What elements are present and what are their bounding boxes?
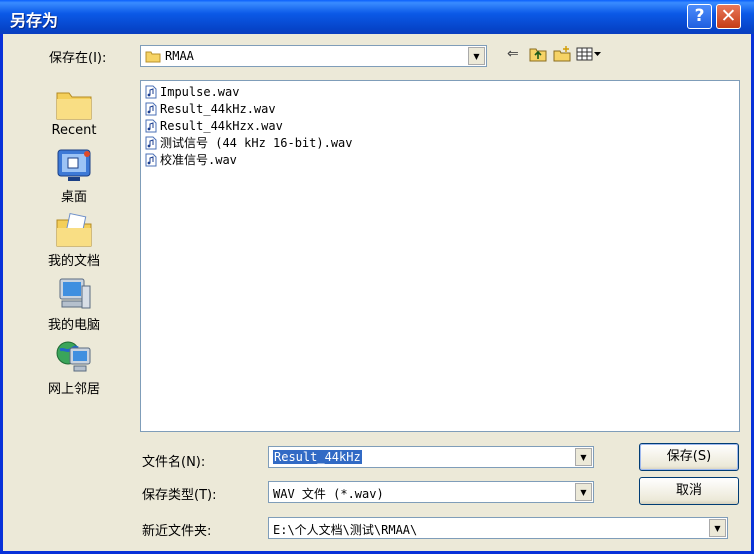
chevron-down-icon[interactable]: ▼ [575, 448, 592, 466]
filename-value: Result_44kHz [273, 450, 362, 464]
cancel-button[interactable]: 取消 [639, 477, 739, 505]
place-my-computer[interactable]: 我的电脑 [38, 276, 110, 333]
file-name: Result_44kHz.wav [160, 101, 276, 116]
list-item[interactable]: Result_44kHzx.wav [145, 117, 283, 134]
list-item[interactable]: Impulse.wav [145, 83, 239, 100]
folder-icon [145, 51, 161, 63]
recent-folder-icon [56, 92, 92, 120]
place-label: 网上邻居 [47, 382, 100, 397]
desktop-icon [57, 149, 91, 181]
back-arrow-icon[interactable]: ⇐ [507, 46, 519, 62]
network-icon [56, 341, 91, 372]
my-documents-icon [56, 212, 92, 247]
recent-folder-label: 新近文件夹: [142, 524, 212, 539]
save-as-dialog: 另存为 ? ✕ 保存在(I): RMAA ▼ ⇐ Recent 桌面 我的文档 … [0, 0, 754, 554]
chevron-down-icon[interactable]: ▼ [709, 519, 726, 537]
title-bar[interactable]: 另存为 ? ✕ [0, 0, 754, 34]
filetype-label: 保存类型(T): [142, 488, 217, 503]
save-in-value: RMAA [165, 49, 194, 63]
list-item[interactable]: 校准信号.wav [145, 151, 237, 168]
recent-folder-dropdown[interactable]: E:\个人文档\测试\RMAA\ ▼ [268, 517, 728, 539]
filetype-dropdown[interactable]: WAV 文件 (*.wav) ▼ [268, 481, 594, 503]
filename-label: 文件名(N): [142, 455, 206, 470]
close-button[interactable]: ✕ [716, 4, 741, 29]
place-recent[interactable]: Recent [38, 85, 110, 138]
save-in-label: 保存在(I): [49, 51, 107, 66]
audio-file-icon [145, 136, 157, 149]
file-name: 测试信号 (44 kHz 16-bit).wav [160, 136, 353, 150]
list-item[interactable]: Result_44kHz.wav [145, 100, 276, 117]
place-label: 桌面 [60, 190, 87, 205]
audio-file-icon [145, 153, 157, 166]
list-item[interactable]: 测试信号 (44 kHz 16-bit).wav [145, 134, 353, 151]
place-desktop[interactable]: 桌面 [38, 148, 110, 205]
chevron-down-icon[interactable]: ▼ [575, 483, 592, 501]
recent-folder-value: E:\个人文档\测试\RMAA\ [273, 523, 418, 537]
view-menu-icon[interactable] [576, 46, 602, 62]
my-computer-icon [59, 278, 91, 309]
help-button[interactable]: ? [687, 4, 712, 29]
save-in-dropdown[interactable]: RMAA ▼ [140, 45, 487, 67]
file-list[interactable]: Impulse.wav Result_44kHz.wav Result_44kH… [140, 80, 740, 432]
save-button[interactable]: 保存(S) [639, 443, 739, 471]
up-folder-icon[interactable] [529, 46, 547, 62]
file-name: Result_44kHzx.wav [160, 118, 283, 133]
file-name: 校准信号.wav [160, 153, 237, 167]
new-folder-icon[interactable] [553, 46, 571, 62]
audio-file-icon [145, 119, 157, 132]
place-label: 我的文档 [47, 254, 100, 269]
file-name: Impulse.wav [160, 84, 240, 99]
place-label: Recent [51, 123, 97, 138]
audio-file-icon [145, 102, 157, 115]
place-label: 我的电脑 [47, 318, 100, 333]
filename-input[interactable]: Result_44kHz ▼ [268, 446, 594, 468]
chevron-down-icon[interactable]: ▼ [468, 47, 485, 65]
filetype-value: WAV 文件 (*.wav) [273, 487, 384, 501]
place-network[interactable]: 网上邻居 [38, 340, 110, 397]
window-title: 另存为 [10, 11, 59, 30]
audio-file-icon [145, 85, 157, 98]
place-my-documents[interactable]: 我的文档 [38, 212, 110, 269]
